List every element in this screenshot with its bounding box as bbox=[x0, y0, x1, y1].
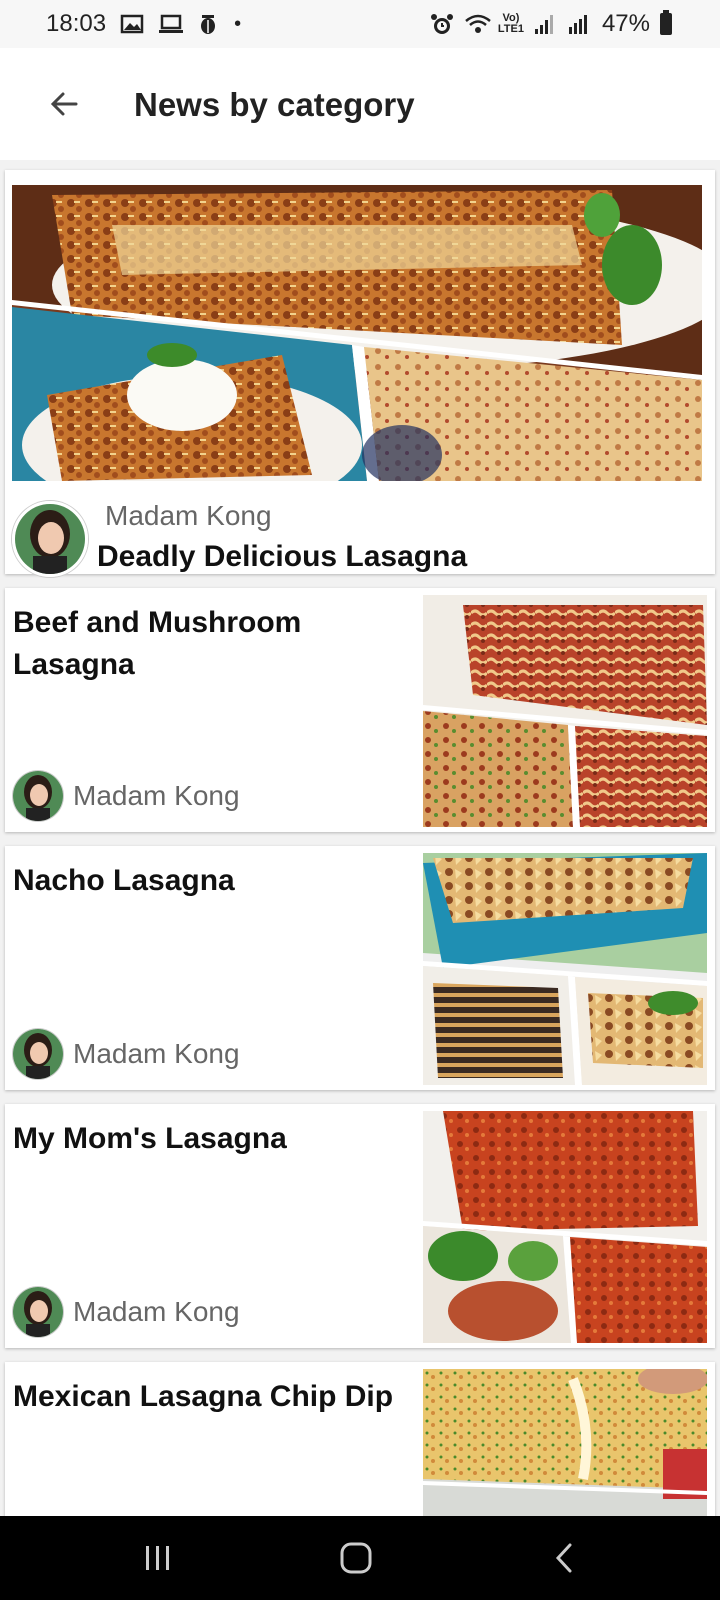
image-icon bbox=[120, 13, 144, 35]
article-photo-collage bbox=[423, 1369, 707, 1516]
laptop-icon bbox=[158, 13, 184, 35]
arrow-left-icon bbox=[50, 92, 78, 116]
article-title[interactable]: Deadly Delicious Lasagna bbox=[97, 540, 467, 574]
article-title[interactable]: Mexican Lasagna Chip Dip bbox=[13, 1376, 403, 1418]
status-bar: 18:03 • Vo) LTE1 47% bbox=[0, 0, 720, 48]
article-author[interactable]: Madam Kong bbox=[13, 771, 240, 821]
signal-icon bbox=[534, 13, 558, 35]
battery-label: 47% bbox=[601, 10, 650, 37]
article-card[interactable]: My Mom's Lasagna Madam Kong bbox=[5, 1104, 715, 1348]
bug-icon bbox=[196, 13, 220, 35]
status-time: 18:03 bbox=[46, 10, 107, 37]
page-title: News by category bbox=[134, 86, 415, 123]
author-name: Madam Kong bbox=[73, 1038, 240, 1069]
home-button[interactable] bbox=[326, 1536, 386, 1580]
article-photo-collage bbox=[423, 853, 707, 1085]
author-name: Madam Kong bbox=[73, 1296, 240, 1327]
article-card[interactable]: Beef and Mushroom Lasagna Madam Kong bbox=[5, 588, 715, 832]
article-title[interactable]: My Mom's Lasagna bbox=[13, 1118, 403, 1160]
article-author[interactable]: Madam Kong bbox=[13, 1287, 240, 1337]
author-name: Madam Kong bbox=[73, 780, 240, 811]
app-bar: News by category bbox=[0, 48, 720, 160]
article-photo-collage bbox=[423, 1111, 707, 1343]
article-title[interactable]: Nacho Lasagna bbox=[13, 860, 403, 902]
author-avatar[interactable] bbox=[12, 501, 88, 577]
volte-icon: Vo) LTE1 bbox=[497, 12, 524, 35]
news-feed[interactable]: Madam Kong Deadly Delicious Lasagna Beef… bbox=[0, 160, 720, 1516]
battery-icon bbox=[660, 10, 672, 35]
author-avatar bbox=[13, 1287, 63, 1337]
article-photo-collage bbox=[423, 595, 707, 827]
alarm-icon bbox=[430, 13, 454, 35]
author-avatar bbox=[13, 771, 63, 821]
hero-photo-collage bbox=[12, 185, 702, 481]
nav-back-button[interactable] bbox=[534, 1536, 594, 1580]
recent-apps-icon bbox=[146, 1546, 169, 1570]
home-icon bbox=[340, 1542, 372, 1574]
article-title[interactable]: Beef and Mushroom Lasagna bbox=[13, 602, 403, 686]
article-card[interactable]: Nacho Lasagna Madam Kong bbox=[5, 846, 715, 1090]
recent-apps-button[interactable] bbox=[128, 1536, 188, 1580]
signal-r-icon bbox=[568, 13, 592, 35]
system-navigation-bar bbox=[0, 1516, 720, 1600]
article-card[interactable]: Mexican Lasagna Chip Dip bbox=[5, 1362, 715, 1516]
wifi-icon bbox=[464, 13, 491, 35]
author-avatar bbox=[13, 1029, 63, 1079]
dot-icon: • bbox=[234, 12, 242, 35]
chevron-left-icon bbox=[555, 1543, 572, 1573]
author-name[interactable]: Madam Kong bbox=[105, 500, 272, 532]
status-left: 18:03 • bbox=[46, 10, 241, 38]
hero-article-card[interactable]: Madam Kong Deadly Delicious Lasagna bbox=[5, 170, 715, 577]
article-author[interactable]: Madam Kong bbox=[13, 1029, 240, 1079]
back-button[interactable] bbox=[36, 76, 92, 132]
status-right: Vo) LTE1 47% bbox=[430, 10, 672, 38]
